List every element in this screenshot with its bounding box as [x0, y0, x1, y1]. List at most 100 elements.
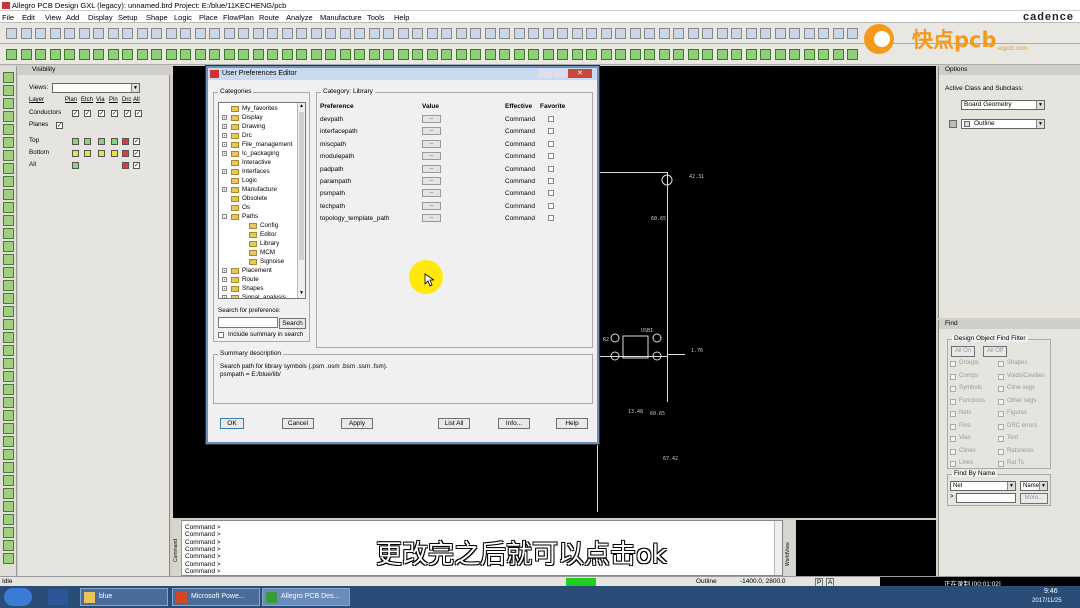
tree-expander-icon[interactable]: +: [222, 124, 227, 129]
start-button[interactable]: [4, 588, 32, 606]
toolbar-icon[interactable]: [803, 49, 815, 60]
tree-item-paths[interactable]: Paths: [242, 213, 258, 220]
maximize-button[interactable]: [553, 69, 567, 78]
find-checkbox[interactable]: [998, 448, 1004, 455]
find-checkbox[interactable]: [998, 361, 1004, 367]
pref-favorite-checkbox[interactable]: [548, 202, 554, 209]
tool-icon[interactable]: [3, 215, 14, 226]
layer-color-swatch[interactable]: [98, 138, 105, 145]
toolbar-icon[interactable]: [687, 28, 699, 39]
find-checkbox[interactable]: [950, 448, 956, 455]
toolbar-icon[interactable]: [441, 49, 452, 60]
menu-edit[interactable]: Edit: [22, 13, 35, 22]
tool-icon[interactable]: [3, 475, 14, 486]
toolbar-icon[interactable]: [586, 49, 597, 60]
toolbar-icon[interactable]: [252, 28, 264, 39]
pref-value-button[interactable]: ...: [422, 177, 441, 185]
tree-item-os[interactable]: Os: [242, 204, 250, 211]
toolbar-icon[interactable]: [528, 49, 539, 60]
toolbar-icon[interactable]: [847, 28, 858, 39]
toolbar-icon[interactable]: [107, 28, 119, 39]
pref-name-topology_template_path[interactable]: topology_template_path: [320, 215, 389, 222]
toolbar-icon[interactable]: [629, 28, 641, 39]
toolbar-icon[interactable]: [6, 49, 17, 60]
task-blue[interactable]: blue: [80, 588, 168, 606]
toolbar-icon[interactable]: [339, 49, 351, 60]
toolbar-icon[interactable]: [673, 28, 684, 39]
toolbar-icon[interactable]: [296, 49, 307, 60]
toolbar-icon[interactable]: [122, 49, 133, 60]
toolbar-icon[interactable]: [774, 28, 786, 39]
toolbar-icon[interactable]: [716, 28, 728, 39]
toolbar-icon[interactable]: [209, 49, 220, 60]
menu-tools[interactable]: Tools: [367, 13, 385, 22]
tree-item-obsolete[interactable]: Obsolete: [242, 195, 267, 202]
find-name-input[interactable]: [956, 493, 1016, 503]
toolbar-icon[interactable]: [615, 49, 626, 60]
toolbar-icon[interactable]: [600, 49, 612, 60]
toolbar-icon[interactable]: [702, 49, 713, 60]
pref-favorite-checkbox[interactable]: [548, 165, 554, 172]
menu-add[interactable]: Add: [66, 13, 79, 22]
search-button[interactable]: Search: [279, 318, 306, 329]
toolbar-icon[interactable]: [426, 49, 438, 60]
tree-item-manufacture[interactable]: Manufacture: [242, 186, 277, 193]
pref-value-button[interactable]: ...: [422, 152, 441, 161]
toolbar-icon[interactable]: [455, 49, 467, 60]
toolbar-icon[interactable]: [180, 49, 191, 60]
visibility-checkbox[interactable]: ✓: [133, 138, 140, 145]
tool-icon[interactable]: [3, 319, 14, 330]
word-app-icon[interactable]: [48, 589, 68, 605]
tree-expander-icon[interactable]: +: [222, 142, 227, 147]
pref-value-button[interactable]: ...: [422, 201, 441, 210]
toolbar-icon[interactable]: [470, 28, 481, 39]
toolbar-icon[interactable]: [354, 49, 365, 60]
toolbar-icon[interactable]: [78, 49, 90, 60]
toolbar-icon[interactable]: [542, 49, 554, 60]
toolbar-icon[interactable]: [122, 28, 133, 39]
toolbar-icon[interactable]: [412, 28, 423, 39]
tool-icon[interactable]: [3, 501, 14, 512]
toolbar-icon[interactable]: [571, 49, 583, 60]
visibility-checkbox[interactable]: ✓: [111, 110, 118, 117]
cancel-button[interactable]: Cancel: [282, 418, 314, 429]
find-checkbox[interactable]: [998, 398, 1004, 405]
toolbar-icon[interactable]: [296, 28, 307, 39]
tool-icon[interactable]: [3, 85, 14, 96]
pref-name-devpath[interactable]: devpath: [320, 116, 343, 123]
search-input[interactable]: [218, 317, 278, 328]
pref-value-button[interactable]: ...: [422, 115, 441, 123]
pref-name-psmpath[interactable]: psmpath: [320, 190, 345, 197]
toolbar-icon[interactable]: [194, 28, 206, 39]
include-summary-checkbox[interactable]: [218, 332, 224, 338]
toolbar-icon[interactable]: [499, 28, 510, 39]
visibility-checkbox[interactable]: ✓: [133, 150, 140, 157]
toolbar-icon[interactable]: [165, 28, 177, 39]
visibility-checkbox[interactable]: ✓: [56, 122, 63, 129]
toolbar-icon[interactable]: [238, 49, 249, 60]
toolbar-icon[interactable]: [673, 49, 684, 60]
pref-value-button[interactable]: ...: [422, 164, 441, 173]
toolbar-icon[interactable]: [209, 28, 220, 39]
tree-expander-icon[interactable]: +: [222, 151, 227, 156]
toolbar-icon[interactable]: [542, 28, 554, 39]
toolbar-icon[interactable]: [832, 49, 844, 60]
toolbar-icon[interactable]: [194, 49, 206, 60]
tool-icon[interactable]: [3, 371, 14, 382]
layer-color-swatch[interactable]: [111, 150, 118, 157]
class-dropdown[interactable]: Board Geometry ▼: [961, 100, 1045, 110]
menu-analyze[interactable]: Analyze: [286, 13, 313, 22]
toolbar-icon[interactable]: [354, 28, 365, 39]
find-checkbox[interactable]: [998, 461, 1004, 467]
apply-button[interactable]: Apply: [341, 418, 373, 429]
layer-color-swatch[interactable]: [84, 138, 91, 145]
ok-button[interactable]: OK: [220, 418, 244, 429]
find-checkbox[interactable]: [950, 411, 956, 417]
tool-icon[interactable]: [3, 306, 14, 317]
tool-icon[interactable]: [3, 527, 14, 538]
toolbar-icon[interactable]: [731, 28, 742, 39]
tree-expander-icon[interactable]: +: [222, 277, 227, 282]
toolbar-icon[interactable]: [223, 49, 235, 60]
menu-setup[interactable]: Setup: [118, 13, 138, 22]
task-allegro[interactable]: Allegro PCB Des...: [262, 588, 350, 606]
